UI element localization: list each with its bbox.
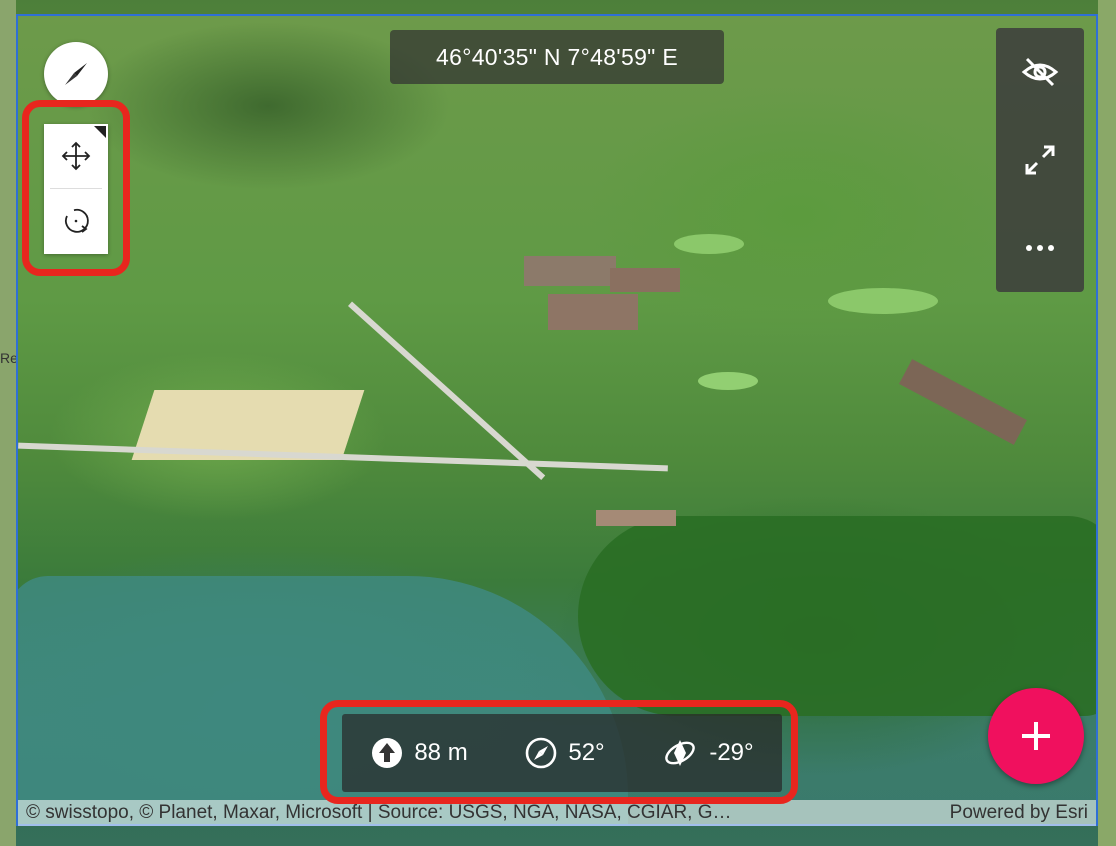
road [348, 301, 546, 480]
tilt-value: -29° [709, 739, 754, 766]
map-tools-panel [996, 28, 1084, 292]
elevation-value: 88 m [414, 739, 468, 766]
rotate-icon [65, 208, 89, 233]
expand-icon [1025, 145, 1055, 175]
rotate-button[interactable] [44, 189, 108, 253]
elevation-stat: 88 m [370, 736, 468, 770]
powered-by-esri-link[interactable]: Powered by Esri [950, 802, 1088, 824]
fullscreen-button[interactable] [996, 116, 1084, 204]
pan-button[interactable] [44, 124, 108, 188]
golf-green [828, 288, 938, 314]
add-button[interactable] [988, 688, 1084, 784]
tilt-stat: -29° [661, 734, 754, 772]
elevation-icon [372, 738, 403, 768]
screenshot-frame: Re 46°40'35" N 7°48'59" E 88 m 52° -29° … [0, 0, 1116, 846]
more-icon [1026, 245, 1054, 251]
heading-icon [526, 737, 557, 769]
camera-stats-bar: 88 m 52° -29° [342, 714, 782, 792]
attribution-bar: © swisstopo, © Planet, Maxar, Microsoft … [18, 800, 1096, 826]
building-roof [524, 256, 616, 286]
compass-button[interactable] [44, 42, 108, 106]
plus-icon [1022, 722, 1050, 750]
background-map-strip-left: Re [0, 0, 18, 846]
hide-icon [1021, 57, 1059, 87]
attribution-sources[interactable]: © swisstopo, © Planet, Maxar, Microsoft … [26, 802, 732, 824]
map-view[interactable] [16, 14, 1098, 826]
toggle-visibility-button[interactable] [996, 28, 1084, 116]
building-roof [548, 294, 638, 330]
pan-icon [61, 141, 91, 171]
building-roof [899, 359, 1027, 445]
navigation-mode-group [44, 124, 108, 254]
more-options-button[interactable] [996, 204, 1084, 292]
building-roof [610, 268, 680, 292]
building-roof [596, 510, 676, 526]
golf-green [674, 234, 744, 254]
tilt-icon [665, 740, 696, 766]
heading-stat: 52° [524, 736, 605, 770]
golf-green [698, 372, 758, 390]
coordinates-readout: 46°40'35" N 7°48'59" E [390, 30, 724, 84]
heading-value: 52° [568, 739, 605, 766]
tree-cluster [578, 516, 1096, 716]
compass-icon [65, 63, 87, 85]
background-map-strip-right [1098, 0, 1116, 846]
